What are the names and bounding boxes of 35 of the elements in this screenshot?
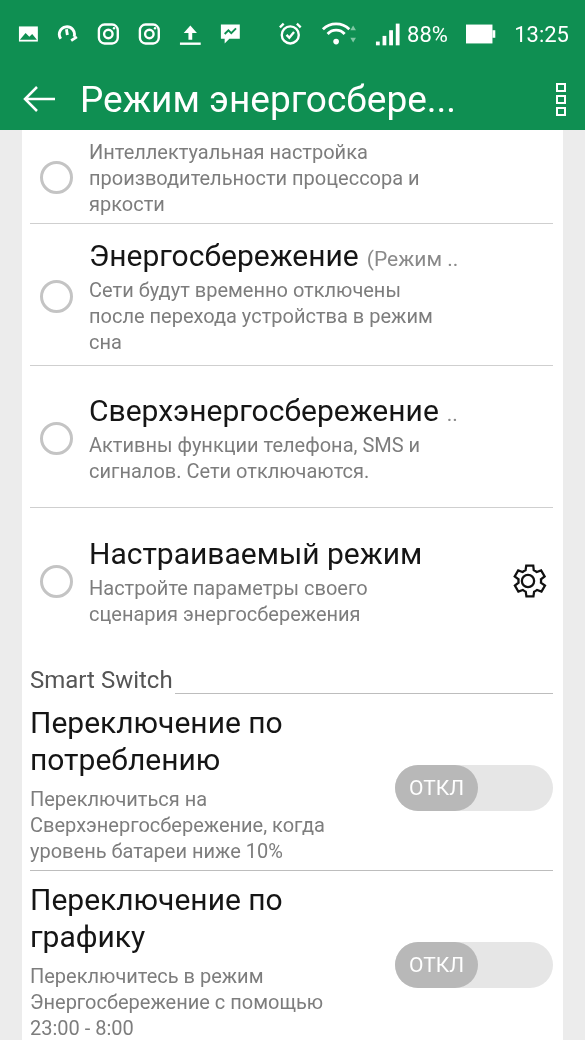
mode-title: Сверхэнергосбережение (89, 393, 439, 428)
toggle-switch[interactable]: ОТКЛ (395, 765, 553, 811)
mode-description: Активны функции телефона, SMS и сигналов. Сети отключаются. (89, 432, 422, 484)
camera-icon (97, 22, 121, 46)
mode-title: Энергосбережение (89, 238, 359, 273)
toggle-switch[interactable]: ОТКЛ (395, 942, 553, 988)
mode-title-suffix: .. (446, 402, 458, 426)
alarm-icon (278, 21, 303, 47)
battery-icon (465, 23, 497, 45)
switch-description: Переключитесь в режим Энергосбережение с помощью 23:00 - 8:00 (30, 963, 325, 1040)
mode-description: Сети будут временно отключены после перехода устройства в режим сна (89, 277, 434, 355)
image-icon (18, 25, 39, 43)
switch-title: Переключение по графику (30, 881, 284, 955)
mode-description: Интеллектуальная настройка производительности процессора и яркости (89, 138, 421, 217)
switch-title: Переключение по потреблению (30, 704, 284, 778)
signal-icon (374, 21, 402, 47)
section-header: Smart Switch (30, 666, 173, 694)
more-options-icon[interactable] (555, 82, 567, 116)
radio-button[interactable] (40, 564, 73, 598)
switch-description: Переключиться на Сверхэнергосбережение, когда уровень батареи ниже 10% (30, 786, 326, 864)
camera-icon (138, 22, 161, 46)
mode-description: Настройте параметры своего сценария энергосбережения (89, 574, 369, 627)
screen-title: Режим энергосбере... (80, 77, 458, 121)
radio-button[interactable] (40, 280, 73, 313)
radio-button[interactable] (40, 422, 73, 455)
message-icon (219, 22, 243, 46)
toggle-thumb: ОТКЛ (395, 765, 479, 811)
mode-title: Настраиваемый режим (89, 535, 423, 571)
wifi-icon (320, 21, 357, 47)
clock-time: 13:25 (514, 21, 569, 47)
battery-percentage: 88% (407, 21, 448, 47)
radio-button[interactable] (40, 161, 73, 194)
toggle-thumb: ОТКЛ (395, 942, 479, 988)
back-arrow-icon[interactable] (22, 85, 56, 113)
mode-title-suffix: (Режим .. (366, 247, 459, 271)
